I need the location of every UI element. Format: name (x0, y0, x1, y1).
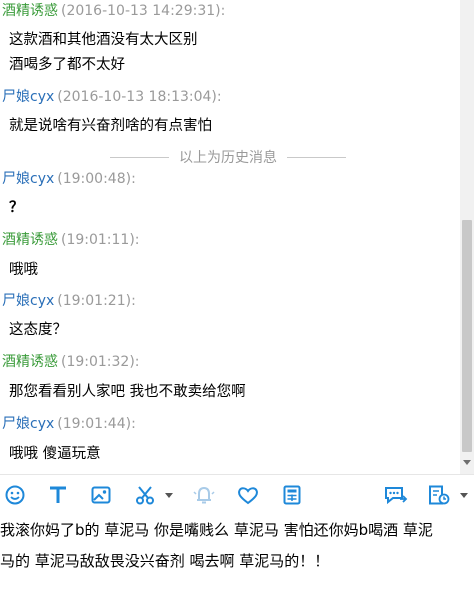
font-button[interactable] (47, 483, 69, 507)
sender-name[interactable]: 尸娘cyx (2, 416, 54, 432)
message-text: ？ (9, 200, 24, 216)
message-timestamp: (19:01:32): (61, 354, 140, 370)
gift-button[interactable] (236, 483, 260, 507)
message-input-area[interactable]: 我滚你妈了b的 草泥马 你是嘴贱么 草泥马 害怕还你妈b喝酒 草泥 马的 草泥马… (0, 515, 474, 598)
caret-down-icon (460, 493, 468, 498)
calculator-button[interactable] (281, 483, 303, 507)
heart-icon (238, 487, 258, 505)
message-timestamp: (19:00:48): (57, 171, 136, 187)
message-history-icon (429, 485, 450, 505)
emoji-icon (5, 485, 25, 505)
input-text-line[interactable]: 马的 草泥马敌敌畏没兴奋剂 喝去啊 草泥马的！！ (0, 550, 329, 571)
sender-name[interactable]: 尸娘cyx (2, 293, 54, 309)
scrollbar-thumb[interactable] (462, 220, 472, 452)
sender-name[interactable]: 尸娘cyx (2, 89, 54, 105)
sender-name[interactable]: 尸娘cyx (2, 171, 54, 187)
quick-reply-button[interactable] (383, 483, 409, 507)
message-timestamp: (19:01:21): (57, 293, 136, 309)
message-text: 这态度？ (9, 322, 67, 338)
message-text: 这款酒和其他酒没有太大区别 (9, 32, 198, 48)
arrow-down-icon (463, 459, 471, 465)
chat-scrollbar[interactable] (460, 0, 474, 474)
sender-name[interactable]: 酒精诱惑 (2, 3, 58, 19)
message-history-dropdown[interactable] (458, 483, 470, 507)
chat-bubble-icon (385, 487, 408, 505)
input-text-line[interactable]: 我滚你妈了b的 草泥马 你是嘴贱么 草泥马 害怕还你妈b喝酒 草泥 (0, 519, 433, 540)
calculator-icon (283, 485, 301, 505)
chat-toolbar (0, 474, 474, 515)
divider-line (287, 156, 346, 158)
divider-line (110, 156, 169, 158)
message-text: 那您看看别人家吧 我也不敢卖给您啊 (9, 384, 246, 400)
message-timestamp: (2016-10-13 18:13:04): (57, 89, 222, 105)
message-header: 尸娘cyx (19:01:21): (2, 290, 136, 310)
chat-history-panel: 酒精诱惑 (2016-10-13 14:29:31): 这款酒和其他酒没有太大区别… (0, 0, 474, 474)
screenshot-dropdown[interactable] (164, 483, 174, 507)
message-text: 就是说啥有兴奋剂啥的有点害怕 (9, 118, 212, 134)
message-text: 哦哦 傻逼玩意 (9, 446, 101, 462)
caret-down-icon (165, 493, 173, 498)
message-header: 酒精诱惑 (19:01:11): (2, 229, 140, 249)
sender-name[interactable]: 酒精诱惑 (2, 232, 58, 248)
message-header: 酒精诱惑 (2016-10-13 14:29:31): (2, 0, 225, 20)
message-header: 尸娘cyx (19:01:44): (2, 413, 136, 433)
image-button[interactable] (90, 483, 112, 507)
message-header: 酒精诱惑 (19:01:32): (2, 351, 140, 371)
bell-icon (193, 486, 215, 504)
history-divider: 以上为历史消息 (110, 147, 346, 167)
shake-button[interactable] (192, 483, 216, 507)
image-icon (91, 486, 111, 504)
font-icon (50, 486, 66, 503)
message-header: 尸娘cyx (2016-10-13 18:13:04): (2, 86, 222, 106)
scroll-down-button[interactable] (460, 455, 474, 469)
message-text: 哦哦 (9, 262, 38, 278)
history-divider-label: 以上为历史消息 (179, 150, 277, 166)
message-history-button[interactable] (427, 483, 451, 507)
message-timestamp: (2016-10-13 14:29:31): (61, 3, 226, 19)
message-timestamp: (19:01:44): (57, 416, 136, 432)
message-timestamp: (19:01:11): (61, 232, 140, 248)
emoji-button[interactable] (4, 483, 26, 507)
scissors-icon (136, 486, 154, 505)
sender-name[interactable]: 酒精诱惑 (2, 354, 58, 370)
message-text: 酒喝多了都不太好 (9, 57, 125, 73)
screenshot-button[interactable] (134, 483, 156, 507)
message-header: 尸娘cyx (19:00:48): (2, 168, 136, 188)
